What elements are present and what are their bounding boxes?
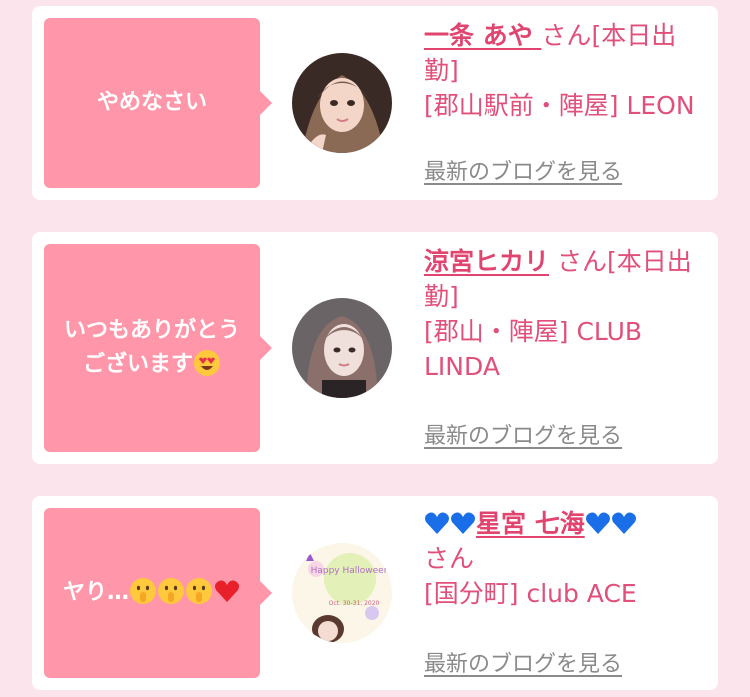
host-name-text: 星宮 七海 [476,509,585,538]
message-text: やめなさい [96,89,207,115]
latest-blog-link[interactable]: 最新のブログを見る [424,418,622,450]
shushing-face-emoji-icon [130,577,156,604]
host-name-link[interactable]: 一条 あや [424,21,541,50]
latest-blog-link[interactable]: 最新のブログを見る [424,646,622,678]
shop-name: [国分町] club ACE [424,579,637,608]
honorific: さん [424,544,475,573]
blue-heart-icon [425,512,449,534]
message-bubble: やめなさい [44,18,272,188]
avatar[interactable] [292,298,392,398]
host-info: 一条 あや さん[本日出勤] [郡山駅前・陣屋] LEON [424,18,708,123]
message-text-line1: いつもありがとう [63,317,240,343]
host-name-link[interactable]: 星宮 七海 [424,509,637,538]
shushing-face-emoji-icon [158,577,184,604]
blog-card[interactable]: やめなさい 一条 あや さん[本日出勤] [郡山駅前・陣屋] LEON 最新のブ… [32,6,718,200]
blue-heart-icon [585,512,610,534]
latest-blog-link[interactable]: 最新のブログを見る [424,154,622,186]
message-text-line2: ございます [82,352,193,377]
shushing-face-emoji-icon [186,577,212,604]
avatar[interactable] [292,53,392,153]
host-info: 涼宮ヒカリ さん[本日出勤] [郡山・陣屋] CLUB LINDA [424,244,708,384]
red-heart-emoji-icon [215,580,239,602]
host-info: 星宮 七海 さん [国分町] club ACE [424,506,708,611]
avatar-text-happy: Happy Halloween [311,566,390,576]
blue-heart-icon [451,512,475,534]
avatar-text-date: Oct. 30-31, 2020 [329,600,380,607]
message-bubble: ヤり… [44,508,272,678]
blog-card[interactable]: いつもありがとう ございます 涼宮ヒカリ さん[本日出勤] [郡山・陣屋] CL… [32,232,718,464]
honorific: さん [541,21,592,50]
avatar[interactable]: Happy Halloween Oct. 30-31, 2020 [292,543,392,643]
host-name-link[interactable]: 涼宮ヒカリ [424,247,549,276]
honorific: さん [556,247,607,276]
message-bubble: いつもありがとう ございます [44,244,272,452]
shop-name: [郡山駅前・陣屋] LEON [424,91,695,120]
blue-heart-icon [611,512,636,534]
message-text: ヤり… [62,579,129,605]
shop-name: [郡山・陣屋] CLUB LINDA [424,317,643,381]
blog-card[interactable]: ヤり… Happy Halloween Oct. 30-31, 2020 星宮 … [32,496,718,690]
heart-eyes-emoji-icon [194,350,220,376]
